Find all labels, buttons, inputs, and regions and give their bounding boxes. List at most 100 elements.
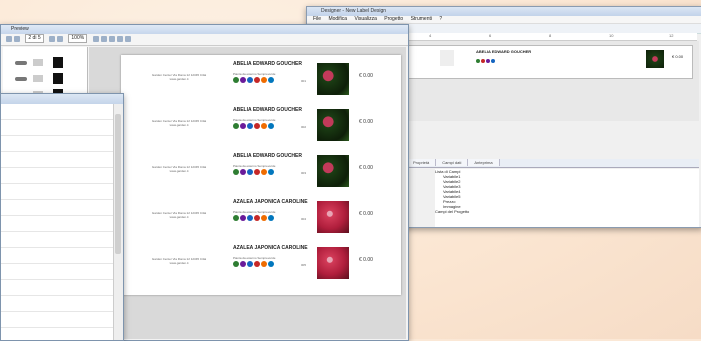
label-row: Garden Center Via Roma 12 12345 Città ww… (121, 107, 401, 147)
care-icon (233, 77, 239, 83)
care-icon (254, 261, 260, 267)
care-icon (233, 261, 239, 267)
design-photo[interactable] (646, 50, 664, 68)
editor-titlebar[interactable]: Designer - New Label Design (307, 7, 701, 16)
care-icon (268, 215, 274, 221)
label-address: Garden Center Via Roma 12 12345 Città ww… (151, 211, 207, 219)
care-icons (233, 215, 275, 222)
list-item[interactable] (1, 312, 123, 328)
ruler-mark: 4 (429, 33, 432, 38)
care-icon (261, 169, 267, 175)
plant-name: ABELIA EDWARD GOUCHER (233, 153, 302, 159)
last-page-icon[interactable] (57, 35, 64, 42)
panel-tabs: Proprietà Campi dati Anteprima (407, 159, 699, 168)
export-icon[interactable] (116, 35, 123, 42)
list-item[interactable] (1, 248, 123, 264)
list-item[interactable] (1, 136, 123, 152)
sun-icon (481, 59, 485, 63)
care-icons (233, 123, 275, 130)
thumbnail[interactable] (11, 57, 75, 71)
design-price[interactable]: € 0.00 (672, 54, 683, 59)
plant-name: AZALEA JAPONICA CAROLINE (233, 199, 308, 205)
plant-name: ABELIA EDWARD GOUCHER (233, 61, 302, 67)
care-icon (233, 169, 239, 175)
plant-price: € 0.00 (359, 211, 373, 217)
list-item[interactable] (1, 152, 123, 168)
list-item[interactable] (1, 328, 123, 340)
care-icon (240, 261, 246, 267)
zoom-out-icon[interactable] (100, 35, 107, 42)
logo-placeholder[interactable] (440, 50, 454, 66)
plant-photo (317, 155, 349, 187)
care-icon (254, 123, 260, 129)
scroll-thumb[interactable] (115, 114, 121, 254)
care-icons (233, 169, 275, 176)
care-icon (261, 215, 267, 221)
label-row: Garden Center Via Roma 12 12345 Città ww… (121, 199, 401, 239)
care-icons (233, 77, 275, 84)
label-address: Garden Center Via Roma 12 12345 Città ww… (151, 119, 207, 127)
care-icon (247, 77, 253, 83)
list-window (0, 93, 124, 341)
tab-properties[interactable]: Proprietà (407, 159, 437, 166)
ruler-mark: 10 (609, 33, 614, 38)
ruler-mark: 6 (489, 33, 492, 38)
care-icon (254, 215, 260, 221)
care-icon (233, 123, 239, 129)
list-item[interactable] (1, 216, 123, 232)
preview-stage: Garden Center Via Roma 12 12345 Città ww… (89, 47, 406, 339)
care-icon (247, 123, 253, 129)
editor-menubar: File Modifica Visualizza Progetto Strume… (307, 16, 701, 24)
plant-photo (317, 63, 349, 95)
list-titlebar[interactable] (1, 94, 123, 104)
care-icon (240, 77, 246, 83)
list-item[interactable] (1, 104, 123, 120)
zoom-select[interactable]: 100% (68, 34, 88, 44)
plant-photo (317, 247, 349, 279)
menu-file[interactable]: File (313, 16, 321, 22)
list-rows (1, 104, 123, 340)
care-icon (261, 261, 267, 267)
list-item[interactable] (1, 184, 123, 200)
list-item[interactable] (1, 200, 123, 216)
design-name-field[interactable]: ABELIA EDWARD GOUCHER (476, 49, 531, 54)
preview-titlebar[interactable]: Preview (1, 25, 408, 34)
fields-tree: Lista di Campi Variabile1 Variabile2 Var… (435, 169, 699, 227)
first-page-icon[interactable] (6, 35, 12, 42)
design-icons[interactable] (476, 59, 496, 65)
ruler-mark: 12 (669, 33, 674, 38)
page-selector[interactable]: 2 di 5 (25, 34, 44, 44)
menu-view[interactable]: Visualizza (354, 16, 376, 22)
next-page-icon[interactable] (49, 35, 56, 42)
print-icon[interactable] (108, 35, 115, 42)
list-item[interactable] (1, 296, 123, 312)
label-row: Garden Center Via Roma 12 12345 Città ww… (121, 245, 401, 285)
list-item[interactable] (1, 232, 123, 248)
care-icon (233, 215, 239, 221)
label-address: Garden Center Via Roma 12 12345 Città ww… (151, 73, 207, 81)
close-icon[interactable] (124, 35, 131, 42)
menu-project[interactable]: Progetto (384, 16, 403, 22)
plant-code: 004 (301, 217, 307, 221)
preview-title: Preview (11, 26, 29, 32)
thumbnail[interactable] (11, 73, 75, 87)
zoom-in-icon[interactable] (92, 35, 99, 42)
label-address: Garden Center Via Roma 12 12345 Città ww… (151, 165, 207, 173)
prev-page-icon[interactable] (14, 35, 20, 42)
tab-data-fields[interactable]: Campi dati (436, 159, 469, 166)
list-item[interactable] (1, 264, 123, 280)
menu-edit[interactable]: Modifica (328, 16, 347, 22)
care-icons (233, 261, 275, 268)
list-item[interactable] (1, 168, 123, 184)
plant-attributes: Pianta da esterno Sempreverde (233, 256, 276, 260)
tree-item[interactable]: Campi del Progetto (435, 209, 699, 214)
plant-name: ABELIA EDWARD GOUCHER (233, 107, 302, 113)
plant-attributes: Pianta da esterno Sempreverde (233, 118, 276, 122)
care-icon (268, 169, 274, 175)
list-item[interactable] (1, 280, 123, 296)
list-item[interactable] (1, 120, 123, 136)
menu-help[interactable]: ? (439, 16, 442, 22)
vertical-scrollbar[interactable] (113, 104, 123, 340)
menu-tools[interactable]: Strumenti (411, 16, 432, 22)
tab-preview[interactable]: Anteprima (468, 159, 500, 166)
